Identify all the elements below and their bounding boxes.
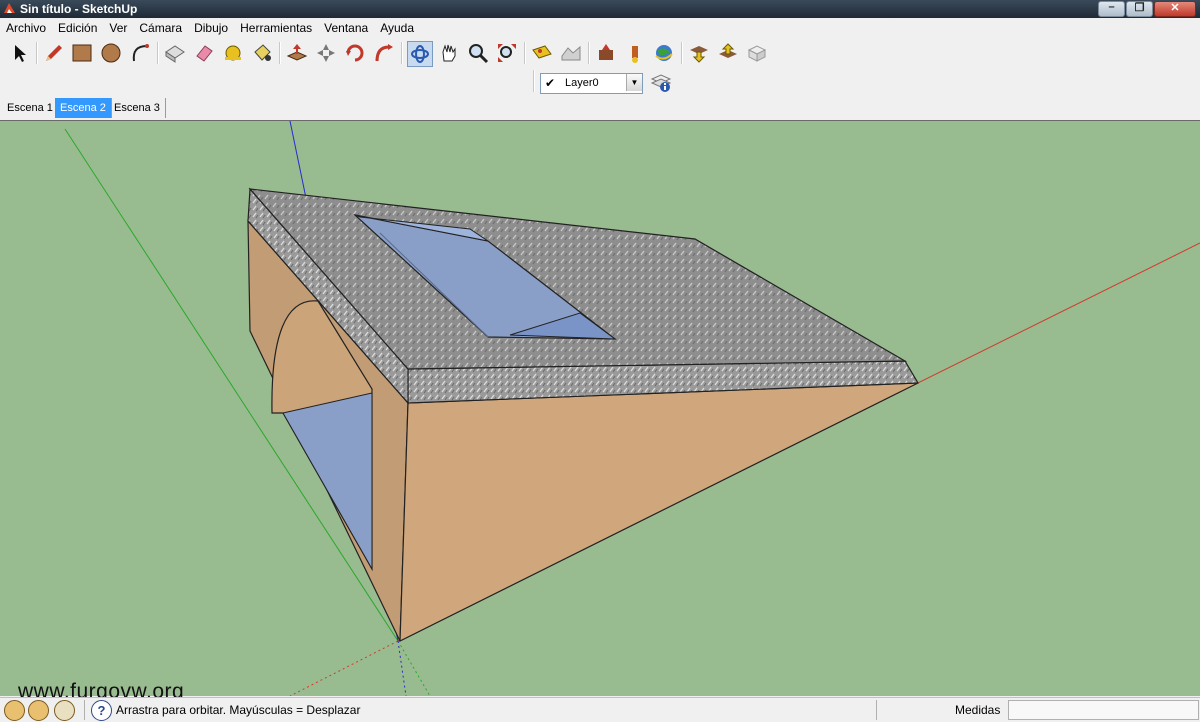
minimize-icon: – xyxy=(1108,1,1115,13)
toggle-terrain-icon[interactable] xyxy=(559,41,583,65)
close-button[interactable]: ✕ xyxy=(1154,1,1196,17)
minimize-button[interactable]: – xyxy=(1098,1,1125,17)
credits-icon[interactable] xyxy=(28,700,49,721)
toolbar-separator xyxy=(36,42,38,64)
layer-select[interactable]: ✔ Layer0 ▼ xyxy=(540,73,643,94)
status-message: Arrastra para orbitar. Mayúsculas = Desp… xyxy=(116,703,361,717)
pencil-icon[interactable] xyxy=(42,41,66,65)
green-axis-negative xyxy=(397,640,431,696)
toolbar-separator xyxy=(681,42,683,64)
download-icon[interactable] xyxy=(687,41,711,65)
chevron-down-icon[interactable]: ▼ xyxy=(626,74,642,91)
restore-icon: ❐ xyxy=(1134,2,1145,14)
geolocation-icon[interactable] xyxy=(4,700,25,721)
push-pull-icon[interactable] xyxy=(285,41,309,65)
layers-toolbar: ✔ Layer0 ▼ xyxy=(533,68,678,98)
current-layer-name: Layer0 xyxy=(565,77,599,89)
add-location-icon[interactable] xyxy=(530,41,554,65)
menu-dibujo[interactable]: Dibujo xyxy=(188,18,234,38)
layer-visible-check: ✔ xyxy=(545,76,556,90)
arc-icon[interactable] xyxy=(128,41,152,65)
title-bar: Sin título - SketchUp – ❐ ✕ xyxy=(0,0,1200,18)
menu-ayuda[interactable]: Ayuda xyxy=(374,18,420,38)
get-models-icon[interactable] xyxy=(594,41,618,65)
paint-bucket-icon[interactable] xyxy=(250,41,274,65)
menu-camara[interactable]: Cámara xyxy=(133,18,188,38)
toolbar-separator xyxy=(157,42,159,64)
make-component-icon[interactable] xyxy=(163,41,187,65)
toolbar-separator xyxy=(588,42,590,64)
share-model-icon[interactable] xyxy=(623,41,647,65)
upload-icon[interactable] xyxy=(716,41,740,65)
menu-edicion[interactable]: Edición xyxy=(52,18,103,38)
port-inner-glass[interactable] xyxy=(282,392,373,571)
maximize-button[interactable]: ❐ xyxy=(1126,1,1153,17)
model-canvas[interactable] xyxy=(0,121,1200,696)
measurements-input[interactable] xyxy=(1008,700,1199,720)
toolbar-separator xyxy=(401,42,403,64)
help-icon[interactable]: ? xyxy=(91,700,112,721)
toolbar-separator xyxy=(279,42,281,64)
status-separator xyxy=(876,700,877,720)
select-icon[interactable] xyxy=(8,41,32,65)
pan-icon[interactable] xyxy=(437,41,461,65)
tape-measure-icon[interactable] xyxy=(221,41,245,65)
status-separator xyxy=(84,700,85,720)
close-icon: ✕ xyxy=(1170,2,1180,14)
menu-herramientas[interactable]: Herramientas xyxy=(234,18,318,38)
zoom-icon[interactable] xyxy=(466,41,490,65)
red-axis-negative xyxy=(289,640,399,696)
status-bar: ? Arrastra para orbitar. Mayúsculas = De… xyxy=(0,697,1200,722)
blue-axis-negative xyxy=(397,640,407,696)
front-face[interactable] xyxy=(399,382,919,642)
orbit-icon[interactable] xyxy=(407,41,433,67)
eraser-icon[interactable] xyxy=(192,41,216,65)
menu-archivo[interactable]: Archivo xyxy=(0,18,52,38)
toolbar-separator xyxy=(533,70,535,92)
sketchup-app-icon xyxy=(4,3,15,13)
component-icon[interactable] xyxy=(745,41,769,65)
zoom-extents-icon[interactable] xyxy=(495,41,519,65)
menu-ver[interactable]: Ver xyxy=(103,18,133,38)
tab-escena-3[interactable]: Escena 3 xyxy=(109,98,166,118)
measurements-label: Medidas xyxy=(955,703,1001,717)
tab-escena-1[interactable]: Escena 1 xyxy=(2,98,59,118)
copyright-icon[interactable] xyxy=(54,700,75,721)
menu-ventana[interactable]: Ventana xyxy=(318,18,374,38)
google-earth-icon[interactable] xyxy=(652,41,676,65)
main-toolbar xyxy=(0,38,1200,68)
model-viewport[interactable] xyxy=(0,120,1200,696)
scene-tabs: Escena 1 Escena 2 Escena 3 xyxy=(0,98,1200,118)
rotate-icon[interactable] xyxy=(343,41,367,65)
rectangle-icon[interactable] xyxy=(70,41,94,65)
layer-manager-icon[interactable] xyxy=(649,70,673,94)
circle-icon[interactable] xyxy=(99,41,123,65)
window-title: Sin título - SketchUp xyxy=(20,2,138,16)
follow-me-icon[interactable] xyxy=(372,41,396,65)
move-icon[interactable] xyxy=(314,41,338,65)
menu-bar: Archivo Edición Ver Cámara Dibujo Herram… xyxy=(0,18,1200,38)
toolbar-separator xyxy=(524,42,526,64)
tab-escena-2[interactable]: Escena 2 xyxy=(55,98,112,118)
